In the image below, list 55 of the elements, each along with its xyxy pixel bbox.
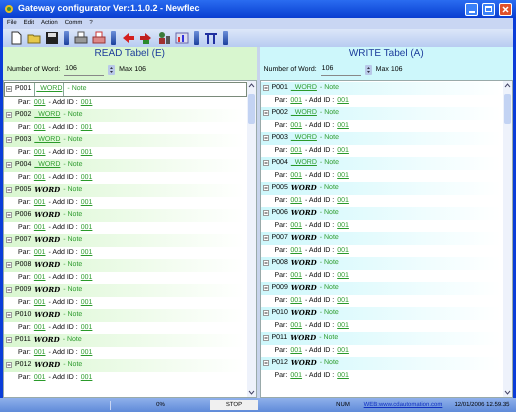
printer-icon[interactable] [92, 31, 106, 45]
collapse-icon[interactable] [6, 237, 12, 244]
collapse-icon[interactable] [6, 287, 12, 294]
panel-title: WRITE Tabel (A) [348, 47, 425, 61]
collapse-icon[interactable] [262, 135, 268, 142]
collapse-icon[interactable] [6, 112, 12, 118]
collapse-icon[interactable] [262, 85, 268, 92]
minimize-button[interactable] [465, 2, 478, 16]
new-document-icon[interactable] [9, 31, 23, 45]
window-title: Gateway configurator Ver:1.1.0.2 - Newflec [18, 2, 201, 16]
collapse-icon[interactable] [6, 162, 12, 168]
collapse-icon[interactable] [6, 362, 12, 368]
scroll-thumb[interactable] [504, 94, 511, 124]
close-icon[interactable] [502, 6, 509, 12]
scroll-down-icon[interactable] [504, 389, 511, 396]
collapse-icon[interactable] [262, 285, 268, 292]
scroll-down-icon[interactable] [248, 389, 254, 396]
toolbar-separator [223, 31, 228, 45]
toolbar-separator [111, 31, 116, 45]
arrow-icon[interactable] [139, 31, 153, 45]
scrollbar[interactable] [246, 81, 256, 397]
chart-icon[interactable] [175, 31, 189, 45]
app-icon [4, 4, 14, 14]
printer-icon[interactable] [74, 31, 88, 45]
collapse-icon[interactable] [262, 160, 268, 166]
collapse-icon[interactable] [6, 312, 12, 318]
collapse-icon[interactable] [6, 137, 12, 144]
collapse-icon[interactable] [262, 110, 268, 116]
person-icon[interactable] [157, 31, 171, 45]
collapse-icon[interactable] [6, 187, 12, 194]
collapse-icon[interactable] [6, 212, 12, 218]
collapse-icon[interactable] [6, 86, 12, 92]
scrollbar[interactable] [503, 81, 512, 397]
collapse-icon[interactable] [6, 337, 12, 344]
toolbar-separator [64, 31, 69, 45]
maximize-button[interactable] [482, 2, 495, 16]
collapse-icon[interactable] [262, 210, 268, 216]
toolbar-separator [194, 31, 199, 45]
collapse-icon[interactable] [262, 310, 268, 316]
panel-title: READ Tabel (E) [94, 47, 166, 61]
arrow-icon[interactable] [121, 31, 135, 45]
scroll-up-icon[interactable] [504, 82, 511, 89]
spinner-icon[interactable] [108, 64, 116, 74]
spinner-icon[interactable] [364, 64, 372, 74]
collapse-icon[interactable] [262, 235, 268, 242]
collapse-icon[interactable] [262, 335, 268, 342]
close-button[interactable] [499, 2, 512, 16]
table-icon[interactable] [204, 31, 218, 45]
save-icon[interactable] [45, 31, 59, 45]
collapse-icon[interactable] [262, 360, 268, 366]
collapse-icon[interactable] [6, 262, 12, 268]
collapse-icon[interactable] [262, 185, 268, 192]
collapse-icon[interactable] [262, 260, 268, 266]
scroll-up-icon[interactable] [248, 82, 254, 89]
scroll-thumb[interactable] [248, 94, 254, 124]
